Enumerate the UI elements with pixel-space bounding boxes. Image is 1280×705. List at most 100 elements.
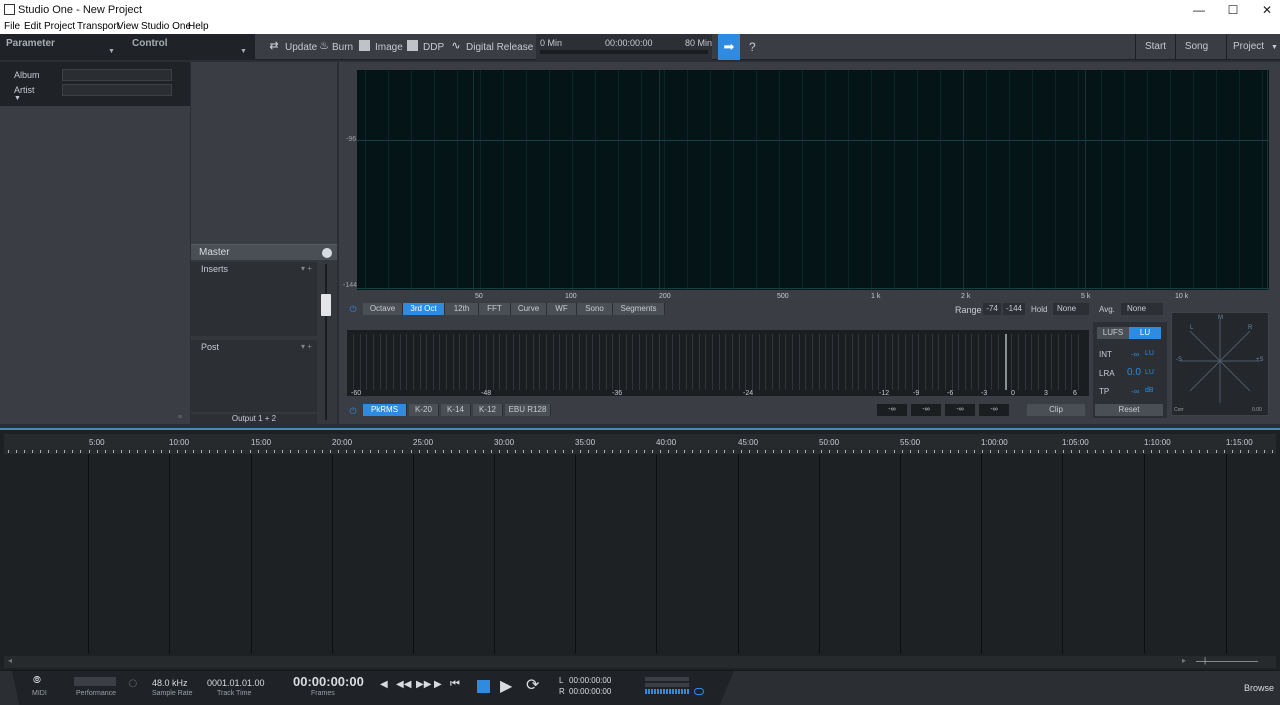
add-post-icon[interactable]: ▾ + <box>301 342 312 351</box>
analyzer-mode-tab[interactable]: FFT <box>479 303 511 315</box>
inserts-slot[interactable]: Inserts ▾ + <box>191 262 317 336</box>
avg-select[interactable]: None <box>1121 303 1163 315</box>
arrow-right-icon[interactable]: ➡ <box>718 34 740 60</box>
r-value[interactable]: 00:00:00:00 <box>569 687 611 696</box>
analyzer-mode-tab[interactable]: Octave <box>363 303 403 315</box>
burn-button[interactable]: Burn <box>332 42 353 53</box>
midi-label: MIDI <box>32 690 47 697</box>
add-insert-icon[interactable]: ▾ + <box>301 264 312 273</box>
menu-help[interactable]: Help <box>188 21 209 32</box>
nav-start-button[interactable]: Start <box>1135 34 1175 60</box>
maximize-button[interactable]: ☐ <box>1222 2 1244 18</box>
menu-view[interactable]: View <box>117 21 139 32</box>
analyzer-mode-tab[interactable]: WF <box>547 303 577 315</box>
ddp-button[interactable]: DDP <box>423 42 444 53</box>
midi-icon[interactable]: ⦾ <box>33 675 41 686</box>
expand-icon[interactable]: ▼ <box>14 95 21 102</box>
fader-handle[interactable] <box>321 294 331 316</box>
analyzer-mode-tab[interactable]: Sono <box>577 303 613 315</box>
return-to-zero-icon[interactable]: ⏮ <box>450 678 460 691</box>
l-value[interactable]: 00:00:00:00 <box>569 676 611 685</box>
grip-icon[interactable]: ≡ <box>178 414 182 421</box>
post-slot[interactable]: Post ▾ + <box>191 340 317 412</box>
stop-button[interactable] <box>477 680 490 693</box>
menu-transport[interactable]: Transport <box>77 21 119 32</box>
update-button[interactable]: Update <box>285 42 317 53</box>
image-button[interactable]: Image <box>375 42 403 53</box>
performance-meter <box>74 677 116 686</box>
fast-forward-icon[interactable]: ▶▶ <box>416 679 431 690</box>
spectrum-grid-line <box>659 70 660 290</box>
control-dropdown-icon[interactable]: ▼ <box>240 48 247 55</box>
meter-mode-tab[interactable]: K-20 <box>409 404 439 416</box>
meter-power-icon[interactable]: ⏻ <box>348 406 358 416</box>
analyzer-mode-tab[interactable]: Curve <box>511 303 547 315</box>
nav-project-button[interactable]: Project <box>1226 34 1270 60</box>
ruler-tick <box>1063 450 1064 453</box>
meter-mode-tab[interactable]: K-12 <box>473 404 503 416</box>
meter-readout: -∞ <box>877 404 907 416</box>
previous-marker-icon[interactable]: ◀ <box>380 679 388 690</box>
horizontal-scrollbar[interactable]: ◂ ▸ | <box>4 656 1276 668</box>
master-fader[interactable] <box>319 264 333 420</box>
analyzer-power-icon[interactable]: ⏻ <box>348 304 358 314</box>
menu-bar: File Edit Project Transport View Studio … <box>0 20 1280 34</box>
loop-icon[interactable]: ⟳ <box>526 675 539 695</box>
play-button[interactable]: ▶ <box>500 676 512 696</box>
rewind-icon[interactable]: ◀◀ <box>396 679 411 690</box>
disc-time-bar[interactable] <box>540 50 708 54</box>
zoom-handle-icon[interactable]: | <box>1204 656 1206 665</box>
lufs-tab[interactable]: LUFS <box>1097 327 1129 339</box>
clip-button[interactable]: Clip <box>1027 404 1085 416</box>
meter-scale-label: -60 <box>351 390 361 397</box>
minimize-button[interactable]: — <box>1188 2 1210 18</box>
vs-m-label: M <box>1218 315 1223 321</box>
meter-mode-tab[interactable]: PkRMS <box>363 404 407 416</box>
timeline-ruler[interactable]: 5:0010:0015:0020:0025:0030:0035:0040:004… <box>4 434 1276 454</box>
metronome-toggle[interactable] <box>694 688 704 695</box>
spectrum-minor-line <box>572 70 573 290</box>
project-dropdown-icon[interactable]: ▼ <box>1271 44 1278 51</box>
browse-button[interactable]: Browse <box>1244 683 1274 693</box>
meter-mode-tab[interactable]: K-14 <box>441 404 471 416</box>
ruler-tick <box>1087 450 1088 453</box>
hold-select[interactable]: None <box>1053 303 1089 315</box>
range-high-field[interactable]: -144 <box>1003 303 1025 315</box>
help-button[interactable]: ? <box>749 40 756 54</box>
range-low-field[interactable]: -74 <box>983 303 1001 315</box>
master-knob-icon[interactable] <box>322 248 332 258</box>
meter-tick <box>353 334 354 390</box>
artist-input[interactable] <box>62 84 172 96</box>
menu-edit[interactable]: Edit <box>24 21 41 32</box>
reset-button[interactable]: Reset <box>1095 404 1163 416</box>
timeline-grid-line <box>1226 454 1227 654</box>
scroll-left-icon[interactable]: ◂ <box>8 656 12 665</box>
scroll-right-icon[interactable]: ▸ <box>1182 656 1186 665</box>
meter-scale-label: -48 <box>481 390 491 397</box>
parameter-dropdown-icon[interactable]: ▼ <box>108 48 115 55</box>
frames-value[interactable]: 00:00:00:00 <box>293 674 364 689</box>
album-input[interactable] <box>62 69 172 81</box>
spectrum-minor-line <box>503 70 504 290</box>
analyzer-mode-tab[interactable]: 12th <box>445 303 479 315</box>
analyzer-mode-tab[interactable]: 3rd Oct <box>403 303 445 315</box>
next-marker-icon[interactable]: ▶ <box>434 679 442 690</box>
menu-project[interactable]: Project <box>44 21 75 32</box>
digital-release-button[interactable]: Digital Release <box>466 42 533 53</box>
meter-tick <box>799 334 800 390</box>
meter-mode-tab[interactable]: EBU R128 <box>505 404 551 416</box>
close-button[interactable]: ✕ <box>1256 2 1278 18</box>
analyzer-mode-tab[interactable]: Segments <box>613 303 665 315</box>
ruler-tick <box>604 450 605 453</box>
meter-tick <box>1005 334 1007 390</box>
output-label[interactable]: Output 1 + 2 <box>191 414 317 424</box>
menu-file[interactable]: File <box>4 21 20 32</box>
timeline-label: 45:00 <box>738 438 758 447</box>
menu-studio-one[interactable]: Studio One <box>141 21 191 32</box>
ruler-tick <box>1240 450 1241 453</box>
meter-tick <box>805 334 806 390</box>
ruler-tick <box>885 450 886 453</box>
spectrum-minor-line <box>457 70 458 290</box>
nav-song-button[interactable]: Song <box>1175 34 1217 60</box>
lu-tab[interactable]: LU <box>1129 327 1161 339</box>
